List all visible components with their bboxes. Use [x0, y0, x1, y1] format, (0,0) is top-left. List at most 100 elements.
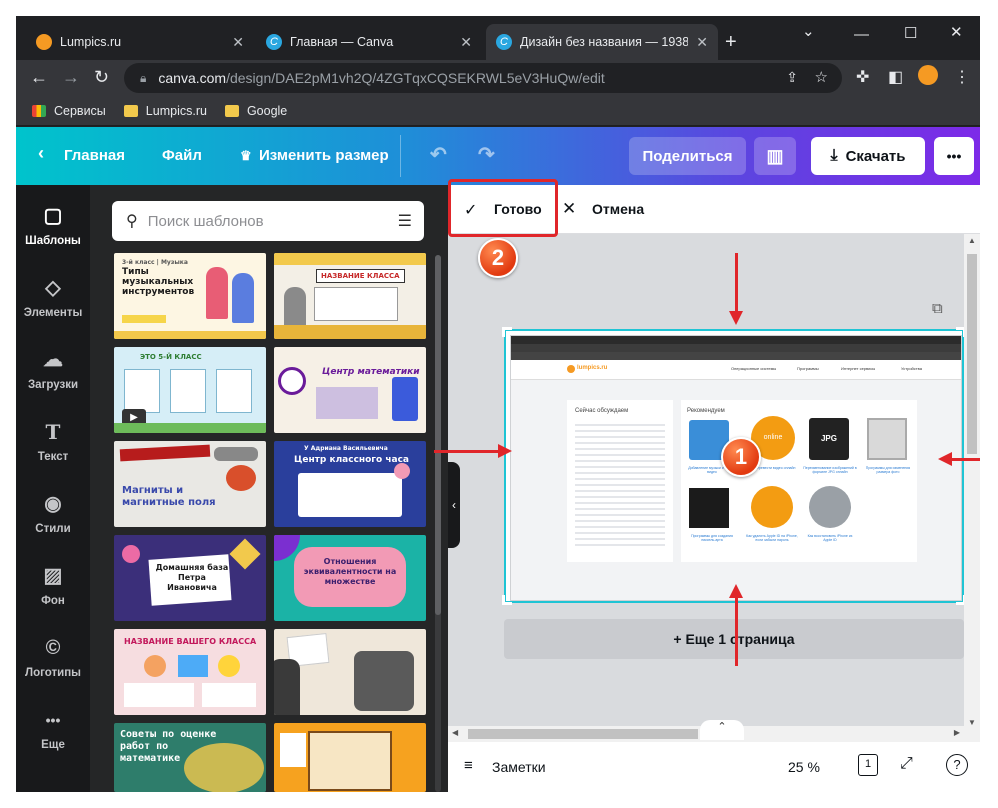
duplicate-page-icon[interactable]: ⧉	[932, 300, 943, 317]
close-icon[interactable]: ✕	[696, 34, 708, 51]
file-menu[interactable]: Файл	[162, 147, 202, 164]
step-1-badge: 1	[721, 437, 761, 477]
chevron-down-icon[interactable]: ⌄	[802, 22, 815, 40]
tab-title: Главная — Canva	[290, 35, 394, 49]
template-thumb[interactable]: У Адриана Васильевича Центр классного ча…	[274, 441, 426, 527]
template-thumb[interactable]	[274, 723, 426, 792]
rail-label: Еще	[41, 739, 65, 751]
horizontal-scrollbar[interactable]: ◀ ▶ ⌃	[448, 720, 964, 742]
window-close-icon[interactable]: ✕	[950, 23, 963, 41]
panel-scrollbar[interactable]	[435, 255, 441, 792]
redo-icon[interactable]: ↷	[478, 142, 495, 167]
arrow-down-top	[735, 253, 738, 313]
iphone-icon	[751, 486, 793, 528]
template-thumb[interactable]: ЭТО 5-Й КЛАСС ▶	[114, 347, 266, 433]
collapse-panel-handle[interactable]: ‹	[448, 462, 460, 548]
add-more-pages-button[interactable]: + Еще 1 страница	[504, 619, 964, 659]
insights-button[interactable]: ▥	[754, 137, 796, 175]
rail-styles[interactable]: ◉ Стили	[16, 491, 90, 535]
more-icon: •••	[45, 712, 61, 728]
template-thumb[interactable]: Магниты и магнитные поля	[114, 441, 266, 527]
rail-label: Элементы	[23, 307, 83, 319]
apple-id-icon	[809, 486, 851, 528]
arrowhead	[729, 584, 743, 598]
cancel-button[interactable]: Отмена	[592, 201, 644, 217]
tab-title: Дизайн без названия — 1938	[520, 35, 689, 49]
close-icon[interactable]: ✕	[460, 34, 472, 51]
extensions-icon[interactable]: ✜	[856, 67, 869, 87]
template-thumb[interactable]: НАЗВАНИЕ КЛАССА	[274, 253, 426, 339]
template-thumb[interactable]: Домашняя база Петра Ивановича	[114, 535, 266, 621]
canva-favicon-icon: C	[266, 34, 282, 50]
rail-uploads[interactable]: ☁ Загрузки	[16, 347, 90, 391]
template-thumb[interactable]: 3-й класс | Музыка Типы музыкальных инст…	[114, 253, 266, 339]
undo-icon[interactable]: ↶	[430, 142, 447, 167]
share-icon[interactable]: ⇪	[786, 69, 798, 86]
bottom-bar: ≡ Заметки 25 % 1 ⤢ ?	[448, 742, 980, 792]
rail-logos[interactable]: © Логотипы	[16, 635, 90, 679]
maximize-icon[interactable]: ☐	[904, 24, 917, 42]
resize-button[interactable]: Изменить размер	[259, 147, 389, 164]
vertical-scrollbar[interactable]: ▲ ▼	[964, 234, 980, 742]
scroll-right-icon[interactable]: ▶	[954, 728, 960, 737]
page-count-button[interactable]: 1	[858, 754, 878, 776]
apps-icon	[32, 104, 46, 117]
chevron-up-icon[interactable]: ⌃	[700, 720, 744, 740]
new-tab-icon[interactable]: +	[725, 31, 737, 54]
scroll-left-icon[interactable]: ◀	[452, 728, 458, 737]
rail-text[interactable]: T Текст	[16, 419, 90, 463]
rail-label: Шаблоны	[25, 235, 81, 247]
forward-icon[interactable]: →	[62, 67, 80, 88]
minimize-icon[interactable]: —	[854, 26, 869, 43]
rail-templates[interactable]: ▢ Шаблоны	[16, 203, 90, 247]
profile-avatar[interactable]	[918, 65, 938, 85]
tab-lumpics[interactable]: Lumpics.ru ✕	[26, 24, 254, 60]
tab-canva-design[interactable]: C Дизайн без названия — 1938 ✕	[486, 24, 718, 60]
fullscreen-icon[interactable]: ⤢	[900, 755, 913, 773]
template-thumb[interactable]: Отношения эквивалентности на множестве	[274, 535, 426, 621]
rail-elements[interactable]: ◇ Элементы	[16, 275, 90, 319]
bookmark-lumpics[interactable]: Lumpics.ru	[123, 104, 207, 118]
help-button[interactable]: ?	[946, 754, 968, 776]
notes-button[interactable]: Заметки	[492, 759, 546, 775]
star-icon[interactable]: ☆	[815, 68, 828, 86]
more-button[interactable]: •••	[934, 137, 974, 175]
filter-icon[interactable]: ☰	[398, 211, 412, 231]
side-rail: ▢ Шаблоны ◇ Элементы ☁ Загрузки T Текст …	[16, 185, 90, 792]
back-icon[interactable]: ←	[30, 67, 48, 88]
chevron-left-icon[interactable]: ‹	[38, 143, 44, 164]
tab-canva-home[interactable]: C Главная — Canva ✕	[256, 24, 482, 60]
arrow-up-bottom	[735, 596, 738, 666]
bar-chart-icon: ▥	[766, 145, 784, 166]
scroll-down-icon[interactable]: ▼	[968, 718, 976, 727]
bookmark-google[interactable]: Google	[224, 104, 287, 118]
template-search-input[interactable]: ⚲ Поиск шаблонов ☰	[112, 201, 424, 241]
logo-icon: ©	[45, 637, 61, 659]
zoom-level[interactable]: 25 %	[788, 759, 820, 775]
template-thumb[interactable]: Центр математики	[274, 347, 426, 433]
close-icon: ✕	[562, 199, 577, 218]
reload-icon[interactable]: ↻	[94, 67, 109, 88]
rail-label: Текст	[37, 451, 69, 463]
arrowhead	[729, 311, 743, 325]
address-bar[interactable]: 🔒︎ canva.com/design/DAE2pM1vh2Q/4ZGTqxCQ…	[124, 63, 842, 93]
template-thumb[interactable]: Советы по оценке работ по математике	[114, 723, 266, 792]
scroll-up-icon[interactable]: ▲	[968, 236, 976, 245]
download-button[interactable]: ⤓ Скачать	[811, 137, 925, 175]
bookmark-services[interactable]: Сервисы	[32, 104, 106, 118]
rail-label: Загрузки	[27, 379, 79, 391]
text-icon: T	[45, 420, 61, 444]
rail-background[interactable]: ▨ Фон	[16, 563, 90, 607]
home-link[interactable]: Главная	[64, 147, 125, 164]
arrow-right-left	[434, 450, 500, 453]
menu-kebab-icon[interactable]: ⋮	[954, 67, 970, 87]
side-panel-icon[interactable]: ◧	[888, 67, 903, 87]
crop-handle[interactable]	[502, 595, 512, 605]
template-thumb[interactable]: НАЗВАНИЕ ВАШЕГО КЛАССА	[114, 629, 266, 715]
template-thumb[interactable]	[274, 629, 426, 715]
close-icon[interactable]: ✕	[232, 34, 244, 51]
lumpics-favicon-icon	[36, 34, 52, 50]
share-button[interactable]: Поделиться	[629, 137, 746, 175]
crop-handle[interactable]	[502, 327, 512, 337]
rail-more[interactable]: ••• Еще	[16, 707, 90, 751]
